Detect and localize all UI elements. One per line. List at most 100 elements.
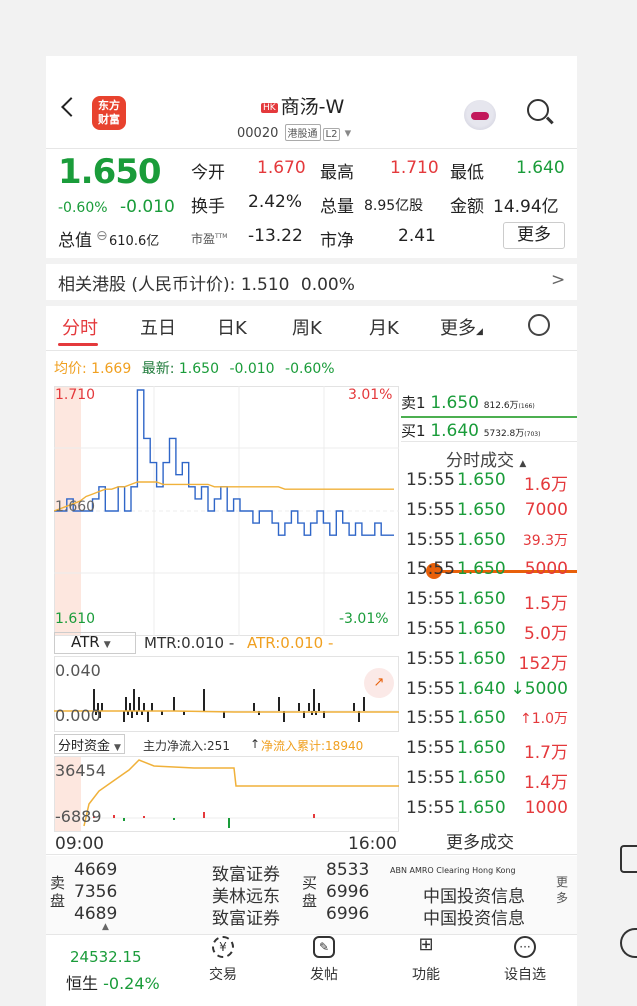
trade-row: 15:55 1.650 1.6万 [406,470,576,500]
nav-trade[interactable]: ¥ 交易 [193,936,253,984]
tab-more[interactable]: 更多◢ [440,314,483,340]
app-logo: 东方 财富 [92,96,126,130]
index-value[interactable]: 24532.15 [70,948,142,966]
trade-time: 15:55 [406,619,455,639]
nav-function[interactable]: ⊞ 功能 [396,936,456,984]
trades-header[interactable]: 分时成交 ▲ [446,446,526,471]
trade-row: 15:55 1.650 1.7万 [406,738,576,768]
trade-row: 15:55 1.650 7000 [406,500,576,530]
search-icon[interactable] [527,99,549,121]
trade-price: 1.650 [457,499,506,520]
back-arrow-icon[interactable] [61,97,81,117]
atr-value: ATR:0.010 - [247,634,334,652]
trade-row: 15:55 1.650 1.4万 [406,768,576,798]
trade-time: 15:55 [406,648,455,669]
level-tag: L2 [322,128,341,141]
trade-volume: 1.7万 [523,743,568,764]
ask-row: 卖1 1.650 812.6万(166) [401,393,535,413]
volume-value: 8.95亿股 [364,198,424,214]
high-label: 最高 [320,163,354,183]
low-value: 1.640 [516,158,565,178]
trade-time: 15:55 [406,738,455,759]
chart-info: 均价: 1.669 最新: 1.650 -0.010 -0.60% [54,361,335,377]
expand-icon[interactable]: ↗ [364,668,394,698]
trade-volume: 7000 [524,499,568,520]
stock-name: 商汤-W [280,96,345,118]
chevron-right-icon[interactable]: > [551,270,565,290]
share-icon[interactable] [620,928,637,958]
trade-time: 15:55 [406,559,455,580]
trade-volume: 1000 [524,797,568,818]
buy-broker-name[interactable]: 中国投资信息 [423,904,525,929]
yuan-icon: ¥ [212,936,234,958]
intraday-chart[interactable] [54,386,399,636]
sell-broker-name[interactable]: 致富证券 [212,904,280,929]
buy-side-label: 买 盘 [302,874,318,910]
capital-selector[interactable]: 分时资金 ▼ [54,734,125,754]
stock-title[interactable]: HK 商汤-W [261,92,344,119]
trade-price: 1.650 [457,797,506,818]
tab-monthly-k[interactable]: 月K [369,314,399,340]
atr-selector[interactable]: ATR ▼ [54,632,136,654]
trade-row: 15:55 1.650 5.0万 [406,619,576,649]
edit-icon: ✎ [313,936,335,958]
current-price: 1.650 [58,152,162,192]
mktcap-info-icon[interactable]: ⊖ [96,228,108,244]
trade-row: 15:55 1.650 39.3万 [406,530,576,560]
mktcap-value: 610.6亿 [109,234,160,249]
trade-volume: 152万 [518,653,568,674]
sell-broker-volume: 4689 [74,904,118,924]
nav-post[interactable]: ✎ 发帖 [294,936,354,984]
chart-y-max: 1.710 [55,387,96,403]
more-trades-button[interactable]: 更多成交 [446,828,514,853]
trade-price: 1.640 [457,678,506,699]
change-abs: -0.010 [120,197,175,217]
trade-time: 15:55 [406,589,455,610]
chart-y-ref: 1.660 [55,499,96,515]
trade-time: 15:55 [406,797,455,818]
tab-daily-k[interactable]: 日K [217,314,247,340]
trade-price: 1.650 [457,708,506,729]
volume-label: 总量 [320,197,354,217]
atr-bottom: 0.000 [55,706,101,725]
trade-volume: 5.0万 [523,624,568,644]
amount-value: 14.94亿 [493,197,559,217]
chevron-down-icon[interactable]: ▾ [345,126,352,141]
robot-avatar-icon[interactable] [464,100,496,130]
tab-five-day[interactable]: 五日 [140,314,176,340]
settings-gear-icon[interactable] [528,314,550,336]
chart-bottom-pct: -3.01% [339,611,389,627]
tab-weekly-k[interactable]: 周K [292,314,322,340]
broker-more-button[interactable]: 更 多 [556,874,568,906]
trade-price: 1.650 [457,589,506,610]
trade-row: 15:55 1.650 1000 [406,798,576,828]
trade-row: 15:55 1.650 ↑1.0万 [406,708,576,738]
chart-y-min: 1.610 [55,611,96,627]
x-end: 16:00 [348,834,397,854]
tab-intraday[interactable]: 分时 [62,314,98,340]
delete-icon[interactable] [620,845,637,873]
pb-value: 2.41 [398,226,436,246]
buy-broker-volume: 8533 [326,860,370,880]
related-hk-row[interactable]: 相关港股 (人民币计价): 1.510 0.00% [58,270,355,295]
capital-bottom: -6889 [55,807,102,826]
trade-price: 1.650 [457,619,506,639]
app-screen: 东方 财富 HK 商汤-W 00020 港股通 L2 ▾ 1.650 -0.60% … [46,56,577,1006]
buy-broker-name[interactable]: ABN AMRO Clearing Hong Kong [390,866,516,875]
sell-broker-volume: 7356 [74,882,118,902]
tab-indicator [58,343,98,346]
trade-row: 15:55 1.640 ↓5000 [406,679,576,709]
trade-row: 15:55 1.650 1.5万 [406,589,576,619]
nav-watchlist[interactable]: ··· 设自选 [495,936,555,984]
stock-code-line[interactable]: 00020 港股通 L2 ▾ [237,124,351,141]
up-arrow-icon: ↑ [250,737,261,751]
low-label: 最低 [450,163,484,183]
index-row[interactable]: 恒生 -0.24% [66,970,160,994]
trade-volume: 1.6万 [523,475,568,495]
quote-more-button[interactable]: 更多 [503,222,565,249]
amount-label: 金额 [450,197,484,217]
related-pct: 0.00% [300,275,355,295]
trade-price: 1.650 [457,768,506,788]
turnover-label: 换手 [191,197,225,217]
capital-top: 36454 [55,761,106,780]
